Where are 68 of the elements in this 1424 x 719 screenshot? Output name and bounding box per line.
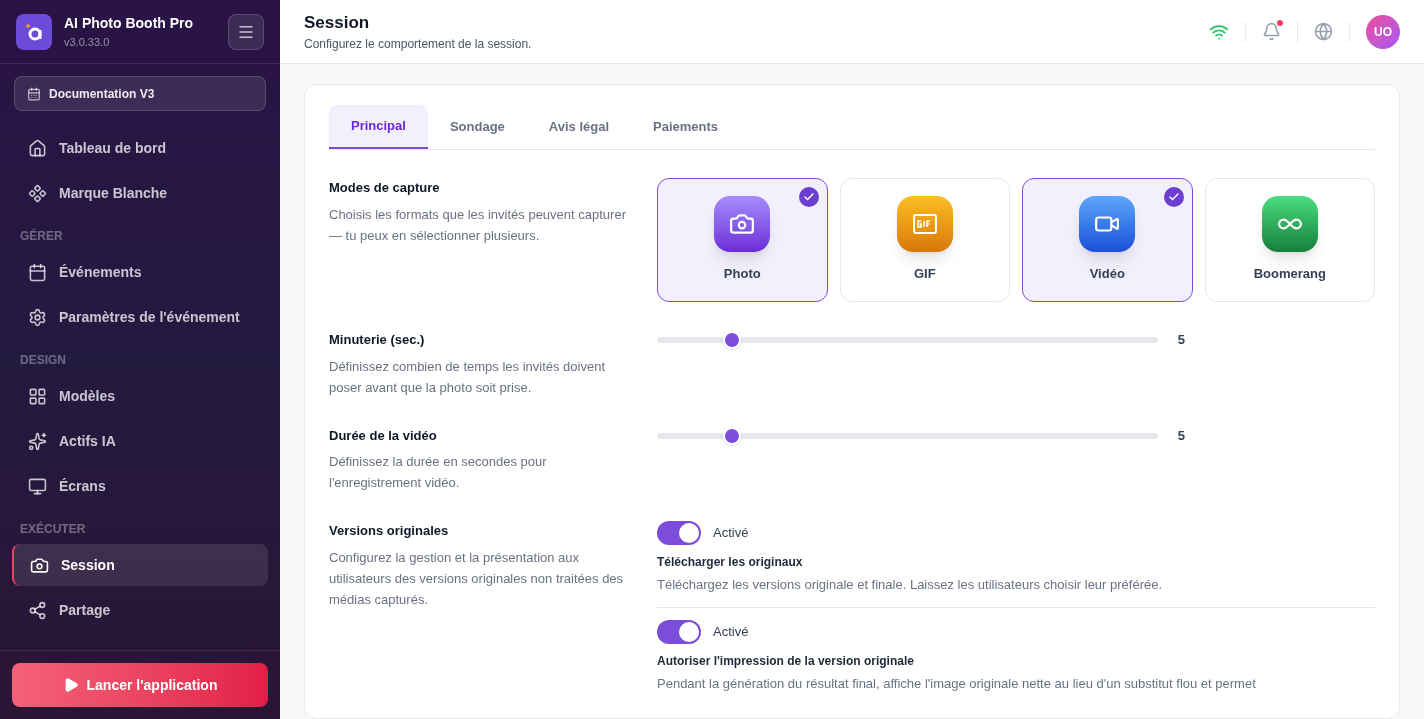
section-description: Configurez la gestion et la présentation aux utilisateurs des versions originales non traitées des médias capturés. — [329, 548, 625, 609]
calendar-icon — [27, 86, 41, 101]
share-icon — [28, 600, 47, 620]
grid-icon — [28, 386, 47, 406]
launch-app-button[interactable]: Lancer l'application — [12, 663, 268, 707]
check-icon — [1163, 187, 1184, 207]
notifications-button[interactable] — [1262, 22, 1281, 41]
menu-button[interactable] — [228, 13, 264, 50]
sparkles-icon — [28, 431, 47, 451]
calendar-icon — [28, 262, 47, 282]
app-logo-icon — [16, 13, 52, 50]
nav-section-heading: EXÉCUTER — [19, 520, 87, 538]
user-avatar[interactable]: UO — [1366, 14, 1400, 49]
event-selector-button[interactable]: Documentation V3 — [14, 76, 266, 111]
tab[interactable]: Principal — [329, 105, 428, 149]
nav-section-heading: DESIGN — [19, 352, 67, 369]
app-version: v3.0.33.0 — [64, 34, 111, 50]
option-description: Téléchargez les versions originale et finale. Laissez les utilisateurs choisir leur préférée. — [657, 576, 1164, 594]
nav-section-heading: GÉRER — [19, 227, 64, 245]
gear-icon — [28, 307, 47, 327]
nav-item[interactable]: Écrans — [12, 465, 268, 507]
slider-value: 5 — [1177, 331, 1185, 350]
tab[interactable]: Avis légal — [526, 105, 632, 149]
capture-mode-card[interactable]: Vidéo — [1022, 178, 1193, 302]
toggle-switch[interactable] — [657, 619, 701, 644]
capture-mode-card[interactable]: GIF — [839, 178, 1010, 302]
page-subtitle: Configurez le comportement de la session. — [304, 36, 533, 54]
option-description: Pendant la génération du résultat final, affiche l'image originale nette au lieu d'un substitut flou et permet — [657, 674, 1257, 693]
nav-item[interactable]: Actifs IA — [12, 420, 268, 462]
slider-value: 5 — [1177, 426, 1185, 445]
section-title: Versions originales — [329, 522, 450, 540]
option-title: Autoriser l'impression de la version originale — [657, 652, 915, 670]
nav-item[interactable]: Marque Blanche — [12, 172, 268, 214]
toggle-switch[interactable] — [657, 521, 701, 545]
option-title: Télécharger les originaux — [657, 554, 804, 571]
check-icon — [798, 187, 819, 207]
video-camera-icon — [1079, 196, 1136, 253]
page-title: Session — [304, 11, 371, 34]
camera-icon — [30, 555, 49, 575]
slider-thumb[interactable] — [723, 331, 742, 349]
bell-icon — [1262, 22, 1281, 41]
section-title: Modes de capture — [329, 179, 441, 197]
capture-mode-card[interactable]: Boomerang — [1204, 178, 1375, 302]
home-icon — [28, 138, 47, 158]
nav-item[interactable]: Paramètres de l'événement — [12, 296, 268, 338]
tab[interactable]: Paiements — [631, 105, 741, 149]
toggle-state-label: Activé — [713, 622, 749, 641]
monitor-icon — [28, 476, 47, 496]
diamonds-icon — [28, 183, 47, 203]
section-title: Minuterie (sec.) — [329, 331, 426, 349]
section-description: Choisis les formats que les invités peuvent capturer — tu peux en sélectionner plusieurs. — [329, 205, 627, 245]
camera-icon — [714, 196, 771, 253]
nav-item[interactable]: Événements — [12, 251, 268, 293]
app-name: AI Photo Booth Pro — [64, 13, 195, 33]
infinity-icon — [1261, 196, 1318, 253]
toggle-state-label: Activé — [713, 524, 749, 543]
section-description: Définissez la durée en secondes pour l'enregistrement vidéo. — [329, 453, 548, 492]
gif-file-icon — [896, 196, 953, 253]
nav-item[interactable]: Session — [12, 544, 268, 586]
nav-item[interactable]: Modèles — [12, 375, 268, 417]
nav-item[interactable]: Tableau de bord — [12, 127, 268, 169]
slider-thumb[interactable] — [723, 426, 742, 445]
nav-item[interactable]: Partage — [12, 589, 268, 631]
language-icon[interactable] — [1314, 22, 1333, 41]
capture-mode-card[interactable]: Photo — [657, 178, 828, 302]
tab[interactable]: Sondage — [427, 105, 527, 149]
section-title: Durée de la vidéo — [329, 426, 438, 445]
section-description: Définissez combien de temps les invités doivent poser avant que la photo soit prise. — [329, 357, 607, 397]
